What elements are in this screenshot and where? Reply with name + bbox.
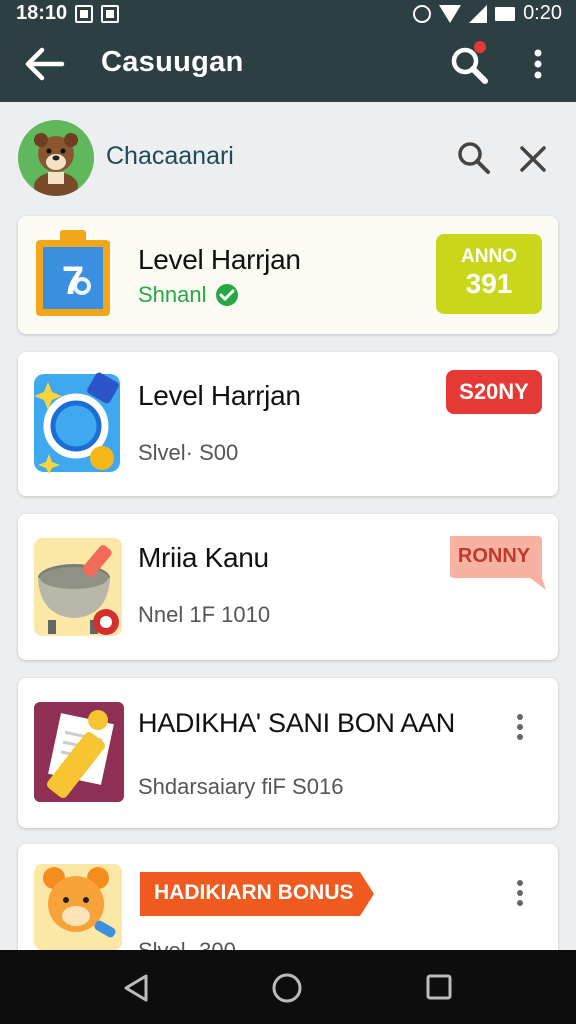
- ticket-scroll-icon: [34, 700, 124, 804]
- offer-badge: S20NY: [446, 370, 542, 414]
- score-badge-value: 391: [465, 268, 513, 299]
- status-time: 18:10: [16, 2, 68, 24]
- item-status: Shnanl: [138, 282, 207, 307]
- status-bar: 18:10 0:20: [0, 0, 576, 28]
- offer-badge-text: RONNY: [457, 545, 531, 567]
- bonus-banner: HADIKIARN BONUS: [140, 872, 374, 916]
- bear-toy-icon: [34, 864, 122, 950]
- image-icon: [75, 4, 94, 23]
- item-subtitle: Slvel· S00: [138, 440, 239, 465]
- item-title: Level Harrjan: [138, 380, 301, 411]
- verified-icon: [215, 284, 238, 306]
- close-icon[interactable]: [516, 142, 550, 176]
- gem-ring-icon: [32, 370, 122, 474]
- item-subtitle: Shnanl: [138, 282, 239, 308]
- back-nav-icon[interactable]: [120, 972, 154, 1004]
- home-nav-icon[interactable]: [270, 972, 304, 1004]
- app-bar: Casuugan: [0, 28, 576, 102]
- score-badge: ANNO 391: [436, 234, 542, 314]
- more-vert-icon[interactable]: [510, 878, 530, 908]
- signal-icon: [469, 4, 488, 23]
- wifi-icon: [439, 4, 462, 23]
- list-item[interactable]: Mriia Kanu Nnel 1F 1010 RONNY: [18, 514, 558, 660]
- profile-row: Chacaanari: [0, 102, 576, 212]
- score-badge-top: ANNO: [461, 246, 517, 267]
- notification-badge: [474, 41, 486, 53]
- list-item[interactable]: Level Harrjan Slvel· S00 S20NY: [18, 352, 558, 496]
- item-title: HADIKHA' SANI BON AAN: [138, 708, 455, 738]
- system-nav-bar: [0, 950, 576, 1024]
- list-item[interactable]: HADIKHA' SANI BON AAN Shdarsaiary fiF S0…: [18, 678, 558, 828]
- item-title: Level Harrjan: [138, 244, 301, 275]
- more-vert-icon[interactable]: [510, 712, 530, 742]
- back-arrow-icon[interactable]: [22, 44, 66, 84]
- status-clock: 0:20: [523, 2, 562, 24]
- list-item[interactable]: 7 Level Harrjan Shnanl ANNO 391: [18, 216, 558, 334]
- alarm-icon: [413, 4, 432, 23]
- avatar[interactable]: [18, 120, 94, 196]
- level-puzzle-icon: 7: [34, 228, 112, 320]
- item-subtitle: Nnel 1F 1010: [138, 602, 271, 627]
- page-title: Casuugan: [101, 46, 244, 78]
- profile-name: Chacaanari: [106, 142, 234, 170]
- cooking-pot-icon: [34, 536, 122, 638]
- item-title: HADIKIARN BONUS: [154, 881, 354, 904]
- item-title: Mriia Kanu: [138, 542, 269, 573]
- battery-icon: [495, 6, 516, 21]
- search-icon[interactable]: [454, 138, 494, 178]
- offer-badge: RONNY: [446, 534, 546, 590]
- download-icon: [101, 4, 120, 23]
- item-subtitle: Shdarsaiary fiF S016: [138, 774, 344, 799]
- more-vert-icon[interactable]: [524, 44, 552, 84]
- search-icon[interactable]: [446, 40, 494, 88]
- recents-nav-icon[interactable]: [422, 972, 456, 1004]
